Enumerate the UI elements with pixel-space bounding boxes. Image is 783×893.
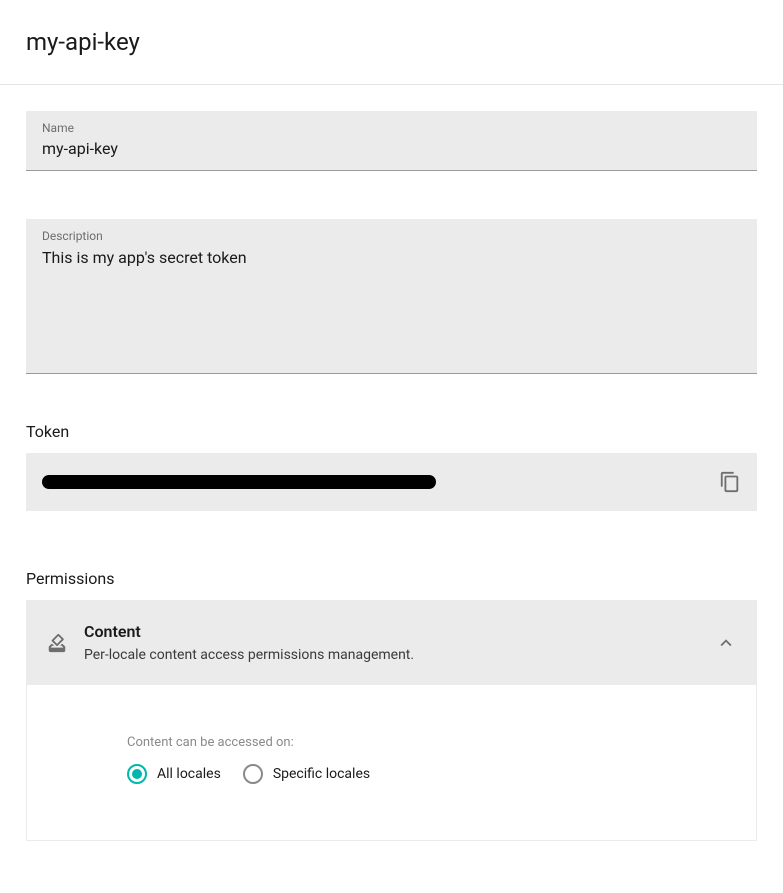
- accordion-text-block: Content Per-locale content access permis…: [84, 622, 699, 663]
- name-input[interactable]: [42, 139, 741, 158]
- token-value-masked: [42, 475, 436, 489]
- accordion-title: Content: [84, 622, 699, 641]
- permissions-label: Permissions: [26, 569, 757, 588]
- accordion-subtitle: Per-locale content access permissions ma…: [84, 647, 699, 663]
- page-header: my-api-key: [0, 0, 783, 85]
- name-field-group[interactable]: Name: [26, 111, 757, 171]
- radio-all-locales[interactable]: All locales: [127, 764, 221, 784]
- radio-group-locales: All locales Specific locales: [127, 764, 736, 784]
- permissions-section: Permissions Content Per-locale content a…: [26, 569, 757, 841]
- copy-icon[interactable]: [719, 471, 741, 493]
- description-textarea[interactable]: [42, 247, 741, 357]
- description-label: Description: [42, 229, 741, 243]
- page-title: my-api-key: [26, 28, 757, 56]
- description-field-group[interactable]: Description: [26, 219, 757, 374]
- access-label: Content can be accessed on:: [127, 735, 736, 750]
- chevron-up-icon[interactable]: [715, 632, 737, 654]
- radio-button-icon: [127, 764, 147, 784]
- radio-specific-locales[interactable]: Specific locales: [243, 764, 370, 784]
- radio-specific-locales-label: Specific locales: [273, 766, 370, 782]
- radio-button-icon: [243, 764, 263, 784]
- content-accordion-body: Content can be accessed on: All locales …: [26, 685, 757, 841]
- vote-icon: [46, 632, 68, 654]
- name-label: Name: [42, 121, 741, 135]
- token-label: Token: [26, 422, 757, 441]
- token-box: [26, 453, 757, 511]
- content-area: Name Description Token Permissions Conte…: [0, 85, 783, 867]
- radio-all-locales-label: All locales: [157, 766, 221, 782]
- content-accordion-header[interactable]: Content Per-locale content access permis…: [26, 600, 757, 685]
